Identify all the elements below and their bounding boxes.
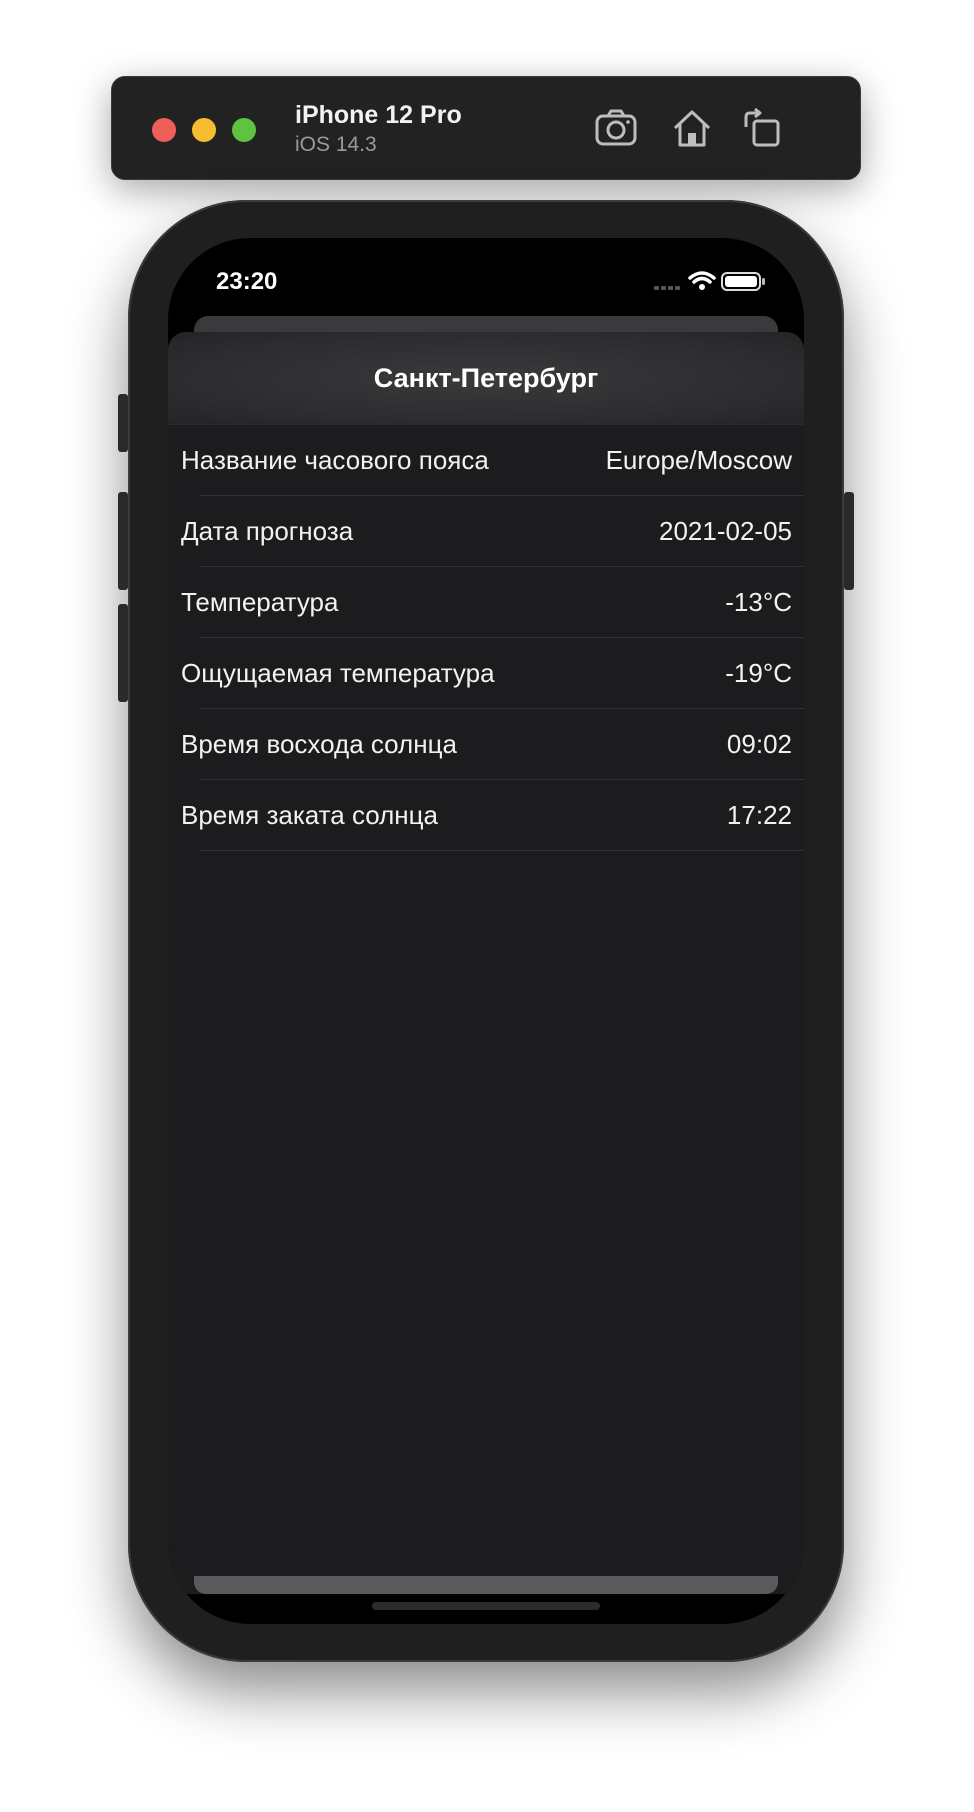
list-row-feels-like: Ощущаемая температура -19°C — [168, 638, 804, 709]
row-value: 09:02 — [726, 729, 792, 759]
row-value: -13°C — [725, 587, 792, 617]
battery-icon — [721, 272, 765, 291]
list-row-temperature: Температура -13°C — [168, 567, 804, 638]
list-row-timezone: Название часового пояса Europe/Moscow — [168, 425, 804, 496]
home-indicator[interactable] — [372, 1602, 600, 1610]
row-label: Температура — [181, 587, 339, 617]
zoom-window-button[interactable] — [232, 118, 256, 142]
row-label: Дата прогноза — [181, 516, 354, 546]
row-label: Время заката солнца — [181, 800, 439, 830]
list-row-sunset: Время заката солнца 17:22 — [168, 780, 804, 851]
row-value: 17:22 — [726, 800, 792, 830]
device-name: iPhone 12 Pro — [295, 101, 462, 129]
home-icon[interactable] — [670, 107, 714, 149]
simulator-toolbar: iPhone 12 Pro iOS 14.3 — [111, 76, 861, 180]
status-indicators — [654, 268, 774, 294]
os-version: iOS 14.3 — [295, 133, 377, 156]
signal-icon — [654, 286, 680, 290]
list-row-sunrise: Время восхода солнца 09:02 — [168, 709, 804, 780]
volume-up-button — [118, 492, 128, 590]
row-value: -19°C — [725, 658, 792, 688]
phone-screen: 23:20 Санкт-Петербург Название часового … — [168, 238, 804, 1624]
row-value: Europe/Moscow — [605, 445, 792, 475]
row-label: Название часового пояса — [181, 445, 489, 475]
sheet-header: Санкт-Петербург — [168, 332, 804, 425]
wifi-icon — [688, 271, 716, 290]
row-label: Время восхода солнца — [181, 729, 457, 759]
status-time: 23:20 — [216, 268, 278, 295]
screenshot-icon[interactable] — [594, 107, 638, 149]
list-row-forecast-date: Дата прогноза 2021-02-05 — [168, 496, 804, 567]
mute-switch — [118, 394, 128, 452]
power-button — [844, 492, 854, 590]
close-window-button[interactable] — [152, 118, 176, 142]
background-sheet-bottom — [194, 1576, 778, 1594]
rotate-icon[interactable] — [740, 107, 784, 149]
row-label: Ощущаемая температура — [181, 658, 495, 688]
notch — [316, 238, 658, 288]
city-title: Санкт-Петербург — [373, 362, 599, 393]
iphone-frame: 23:20 Санкт-Петербург Название часового … — [118, 200, 854, 1662]
row-value: 2021-02-05 — [659, 516, 792, 546]
minimize-window-button[interactable] — [192, 118, 216, 142]
volume-down-button — [118, 604, 128, 702]
forecast-sheet: Санкт-Петербург Название часового пояса … — [168, 332, 804, 1594]
